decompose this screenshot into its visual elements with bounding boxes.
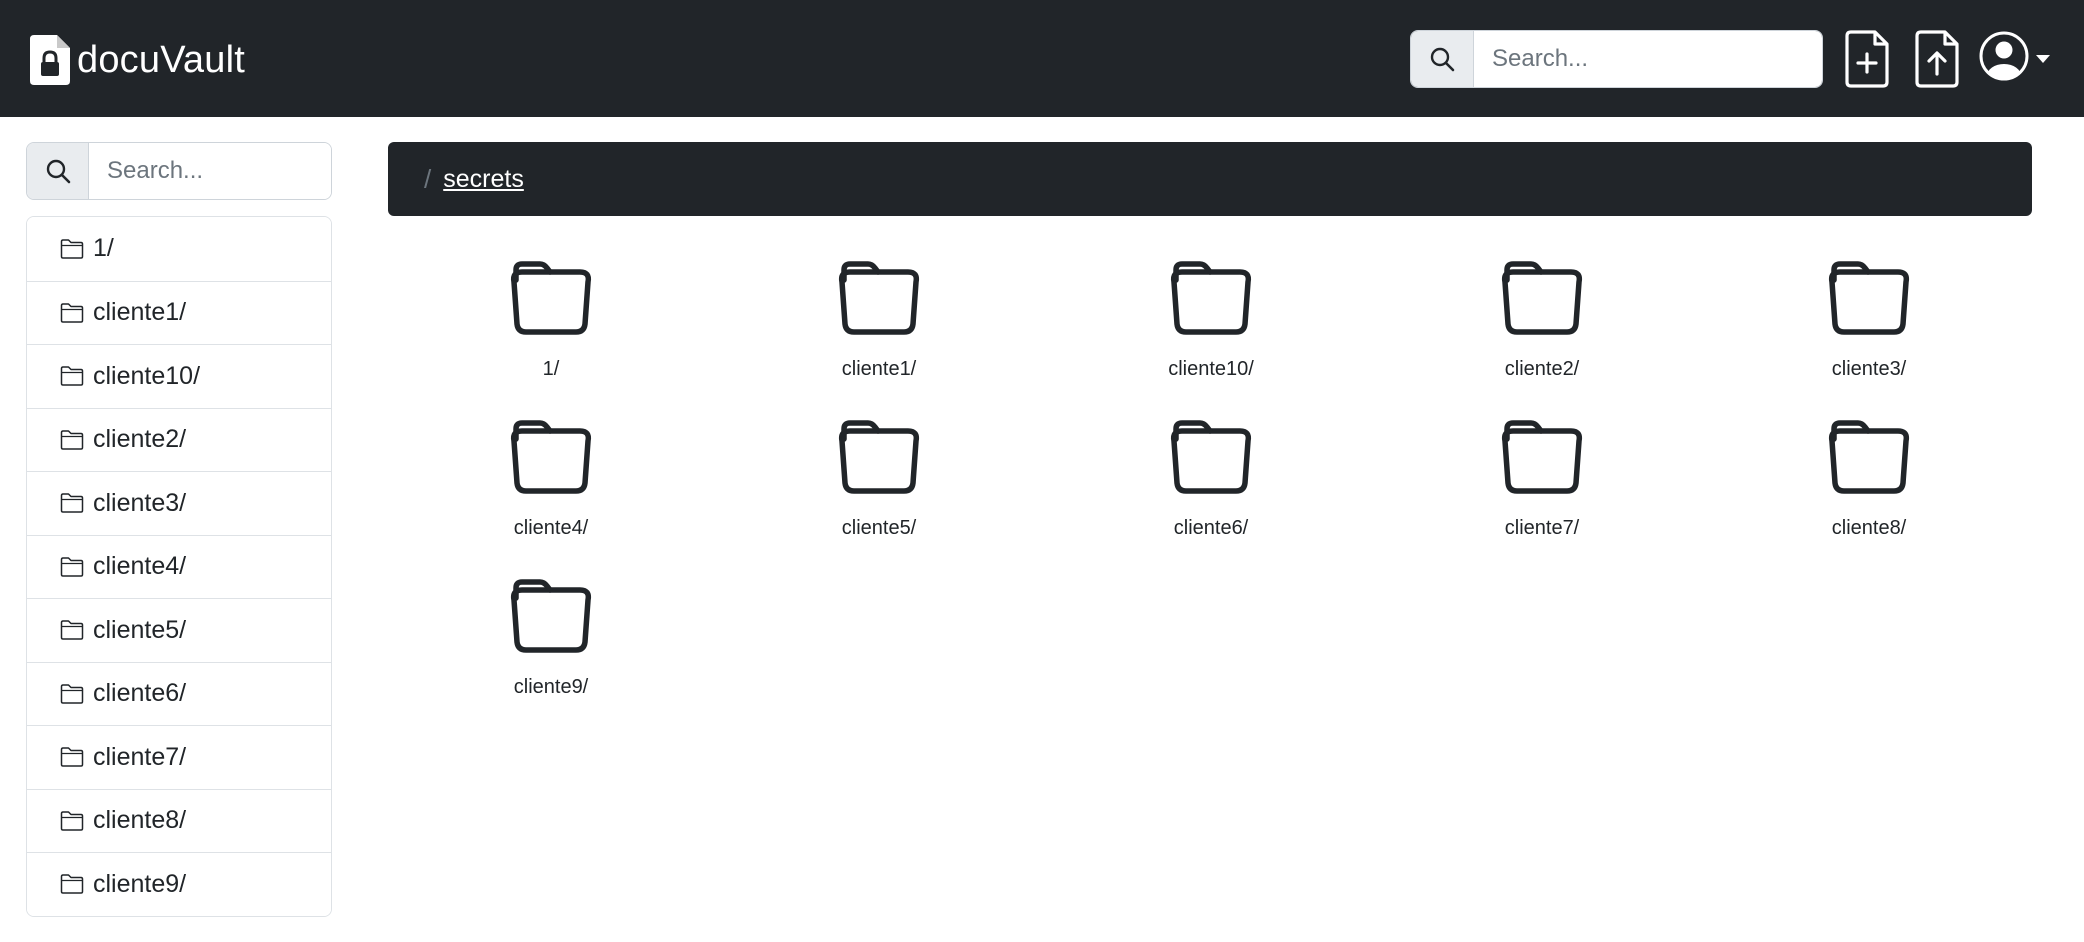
sidebar-item-label: cliente5/ (93, 615, 187, 644)
header-search (1410, 30, 1823, 88)
folder-icon (60, 620, 84, 640)
sidebar-item-folder[interactable]: cliente2/ (27, 407, 331, 471)
folder-icon (1828, 261, 1910, 335)
folder-icon (60, 874, 84, 894)
folder-icon (60, 303, 84, 323)
search-icon (27, 143, 89, 199)
sidebar-item-label: cliente2/ (93, 425, 187, 454)
sidebar-item-folder[interactable]: cliente5/ (27, 598, 331, 662)
sidebar-item-folder[interactable]: cliente8/ (27, 788, 331, 852)
sidebar-folder-list: 1/cliente1/cliente10/cliente2/cliente3/c… (26, 216, 332, 917)
folder-tile[interactable]: cliente9/ (451, 578, 651, 699)
folder-icon (510, 579, 592, 653)
folder-icon (510, 261, 592, 335)
folder-tile[interactable]: cliente6/ (1111, 419, 1311, 540)
sidebar-item-label: cliente8/ (93, 806, 187, 835)
upload-file-button[interactable] (1915, 30, 1959, 88)
folder-tile-label: cliente5/ (841, 517, 917, 539)
folder-tile-label: cliente7/ (1504, 517, 1580, 539)
top-navbar: docuVault (0, 0, 2084, 117)
folder-icon (1170, 261, 1252, 335)
sidebar-item-label: cliente1/ (93, 298, 187, 327)
folder-icon (60, 366, 84, 386)
folder-icon (838, 420, 920, 494)
breadcrumb-current[interactable]: secrets (443, 165, 524, 194)
search-icon (1411, 31, 1474, 87)
header-search-input[interactable] (1474, 31, 1822, 87)
folder-tile-label: 1/ (542, 358, 560, 380)
folder-tile[interactable]: cliente10/ (1111, 260, 1311, 381)
folder-icon (838, 261, 920, 335)
sidebar-item-label: cliente3/ (93, 488, 187, 517)
folder-tile-label: cliente2/ (1504, 358, 1580, 380)
sidebar-item-folder[interactable]: cliente3/ (27, 471, 331, 535)
folder-icon (1170, 420, 1252, 494)
folder-icon (60, 811, 84, 831)
folder-tile[interactable]: cliente5/ (779, 419, 979, 540)
caret-down-icon (2036, 55, 2050, 63)
folder-tile-label: cliente1/ (841, 358, 917, 380)
sidebar-item-folder[interactable]: cliente1/ (27, 280, 331, 344)
sidebar-item-label: 1/ (93, 234, 114, 263)
sidebar-item-label: cliente9/ (93, 869, 187, 898)
sidebar-item-folder[interactable]: cliente6/ (27, 661, 331, 725)
folder-tile-label: cliente4/ (513, 517, 589, 539)
file-plus-icon (1845, 30, 1889, 88)
folder-tile[interactable]: cliente2/ (1442, 260, 1642, 381)
folder-tile-label: cliente6/ (1173, 517, 1249, 539)
folder-icon (60, 493, 84, 513)
folder-tile[interactable]: cliente7/ (1442, 419, 1642, 540)
sidebar-item-folder[interactable]: 1/ (27, 217, 331, 281)
folder-tile[interactable]: cliente1/ (779, 260, 979, 381)
folder-icon (1501, 261, 1583, 335)
folder-tile-label: cliente9/ (513, 676, 589, 698)
file-lock-icon (30, 35, 70, 85)
folder-icon (1828, 420, 1910, 494)
folder-icon (60, 557, 84, 577)
folder-tile[interactable]: cliente8/ (1769, 419, 1969, 540)
folder-icon (60, 747, 84, 767)
folder-tile-label: cliente8/ (1831, 517, 1907, 539)
sidebar-item-label: cliente4/ (93, 552, 187, 581)
folder-icon (1501, 420, 1583, 494)
folder-tile[interactable]: cliente4/ (451, 419, 651, 540)
folder-tile-label: cliente10/ (1168, 358, 1254, 380)
new-file-button[interactable] (1845, 30, 1889, 88)
sidebar-item-label: cliente7/ (93, 742, 187, 771)
app-title: docuVault (77, 39, 245, 81)
sidebar-item-label: cliente10/ (93, 361, 201, 390)
user-circle-icon (1979, 31, 2029, 81)
sidebar-search (26, 142, 332, 200)
folder-tile[interactable]: 1/ (451, 260, 651, 381)
sidebar-item-folder[interactable]: cliente7/ (27, 725, 331, 789)
folder-icon (60, 430, 84, 450)
sidebar-search-input[interactable] (89, 143, 331, 199)
breadcrumb: / secrets (388, 142, 2032, 216)
file-upload-icon (1915, 30, 1959, 88)
sidebar-item-folder[interactable]: cliente10/ (27, 344, 331, 408)
folder-icon (60, 684, 84, 704)
folder-tile[interactable]: cliente3/ (1769, 260, 1969, 381)
folder-tile-label: cliente3/ (1831, 358, 1907, 380)
breadcrumb-separator: / (424, 163, 432, 194)
folder-icon (510, 420, 592, 494)
folder-icon (60, 239, 84, 259)
sidebar-item-folder[interactable]: cliente9/ (27, 852, 331, 916)
brand-logo[interactable]: docuVault (30, 34, 245, 86)
sidebar-item-label: cliente6/ (93, 679, 187, 708)
sidebar-item-folder[interactable]: cliente4/ (27, 534, 331, 598)
user-menu-button[interactable] (1978, 28, 2054, 84)
